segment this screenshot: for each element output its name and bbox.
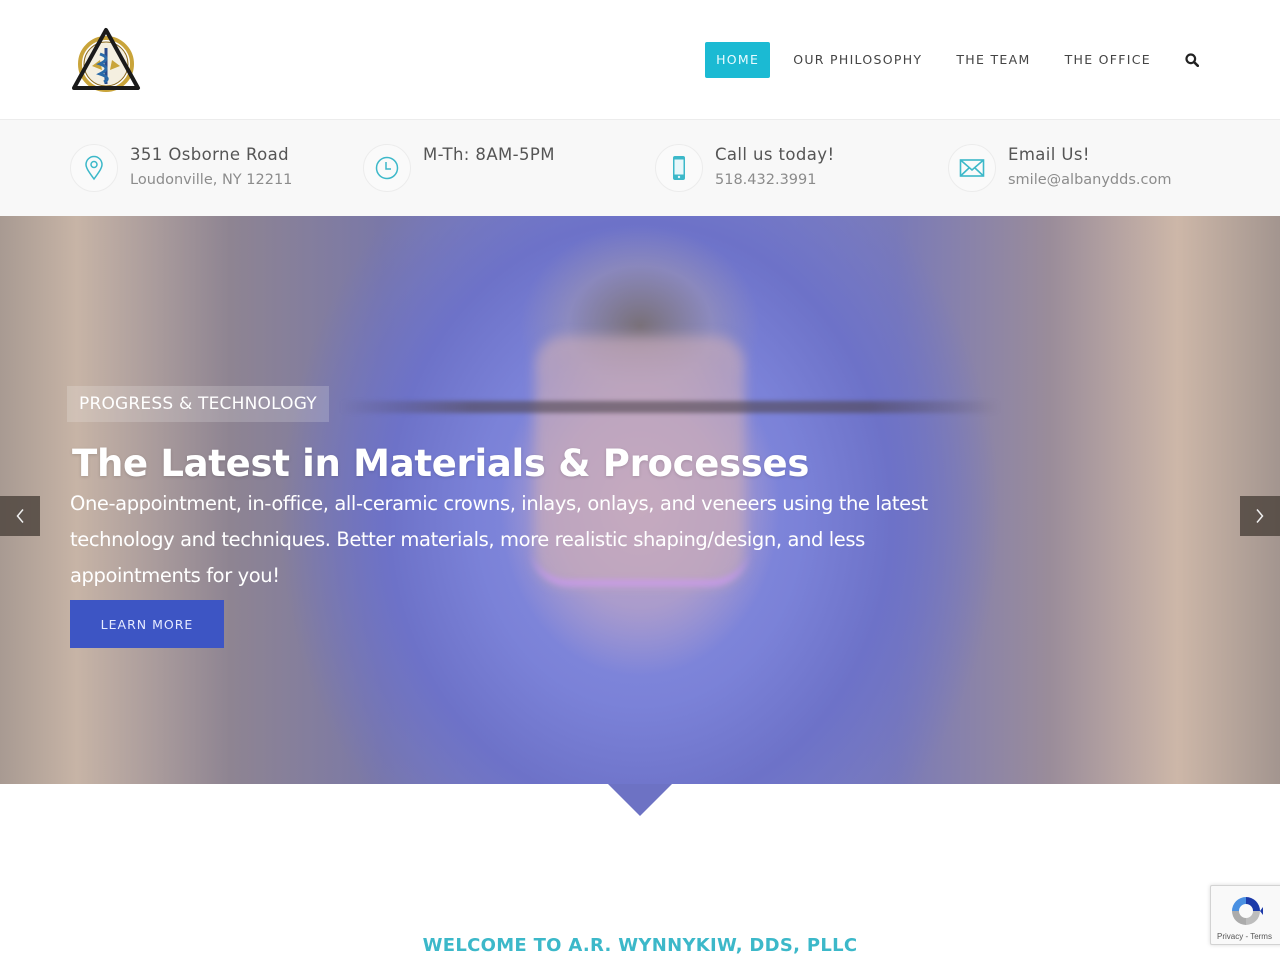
phone-label: Call us today!	[715, 145, 835, 164]
address-line-2: Loudonville, NY 12211	[130, 172, 293, 188]
nav-our-philosophy[interactable]: OUR PHILOSOPHY	[782, 42, 933, 78]
chevron-right-icon	[1256, 509, 1264, 523]
search-button[interactable]	[1174, 42, 1210, 78]
envelope-icon	[959, 159, 985, 177]
recaptcha-icon	[1232, 897, 1263, 925]
email-icon-wrap	[948, 144, 996, 192]
learn-more-button[interactable]: LEARN MORE	[70, 600, 224, 648]
logo[interactable]	[70, 26, 142, 94]
phone-icon-wrap	[655, 144, 703, 192]
hero-background-band	[340, 401, 1000, 413]
hero-pointer-arrow	[608, 784, 672, 816]
contact-info-bar: 351 Osborne Road Loudonville, NY 12211 M…	[0, 120, 1280, 216]
welcome-heading: WELCOME TO A.R. WYNNYKIW, DDS, PLLC	[422, 935, 858, 956]
phone-icon	[673, 156, 685, 180]
slider-prev-button[interactable]	[0, 496, 40, 536]
info-hours: M-Th: 8AM-5PM	[363, 144, 555, 192]
nav-the-team[interactable]: THE TEAM	[945, 42, 1041, 78]
main-nav: HOME OUR PHILOSOPHY THE TEAM THE OFFICE	[705, 42, 1210, 78]
email-label: Email Us!	[1008, 145, 1090, 164]
clock-icon	[375, 156, 399, 180]
hero-description: One-appointment, in-office, all-ceramic …	[70, 492, 928, 587]
hours-text: M-Th: 8AM-5PM	[423, 145, 555, 164]
hours-icon-wrap	[363, 144, 411, 192]
hero-title: The Latest in Materials & Processes	[72, 442, 810, 485]
info-address: 351 Osborne Road Loudonville, NY 12211	[70, 144, 292, 192]
phone-number[interactable]: 518.432.3991	[715, 170, 834, 190]
address-line-1: 351 Osborne Road	[130, 145, 290, 164]
address-icon-wrap	[70, 144, 118, 192]
recaptcha-badge[interactable]: Privacy - Terms	[1210, 885, 1280, 945]
slider-next-button[interactable]	[1240, 496, 1280, 536]
chevron-left-icon	[16, 509, 24, 523]
map-pin-icon	[85, 155, 103, 181]
site-header: HOME OUR PHILOSOPHY THE TEAM THE OFFICE	[0, 0, 1280, 120]
hero-tag: PROGRESS & TECHNOLOGY	[67, 386, 329, 422]
recaptcha-links[interactable]: Privacy - Terms	[1217, 932, 1272, 941]
hero-slider: PROGRESS & TECHNOLOGY The Latest in Mate…	[0, 216, 1280, 784]
search-icon	[1185, 53, 1199, 67]
nav-home[interactable]: HOME	[705, 42, 771, 78]
info-email: Email Us! smile@albanydds.com	[948, 144, 1171, 192]
nav-the-office[interactable]: THE OFFICE	[1054, 42, 1162, 78]
dental-emblem-icon	[72, 28, 140, 92]
info-phone: Call us today! 518.432.3991	[655, 144, 834, 192]
email-address[interactable]: smile@albanydds.com	[1008, 170, 1171, 190]
